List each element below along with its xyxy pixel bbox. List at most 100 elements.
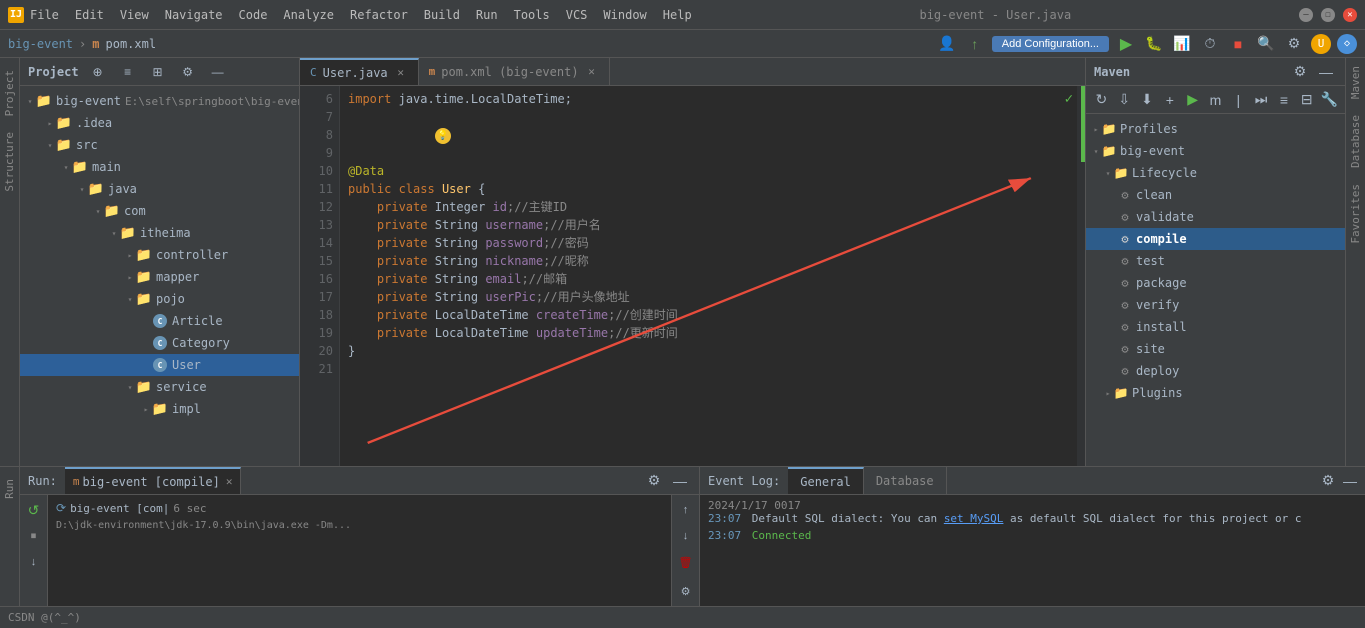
maven-run-btn[interactable]: ▶	[1183, 89, 1202, 111]
maven-download-btn[interactable]: ⬇	[1138, 89, 1157, 111]
maven-wrench-btn[interactable]: 🔧	[1320, 89, 1339, 111]
add-configuration-button[interactable]: Add Configuration...	[992, 36, 1109, 52]
menu-build[interactable]: Build	[424, 8, 460, 22]
debug-toolbar-btn[interactable]: 🐛	[1143, 33, 1165, 55]
tab-user-java[interactable]: C User.java ✕	[300, 58, 419, 85]
settings-btn[interactable]: ⚙	[1283, 33, 1305, 55]
search-btn[interactable]: 🔍	[1255, 33, 1277, 55]
tab-close-pom[interactable]: ✕	[585, 65, 599, 79]
breadcrumb-project[interactable]: big-event	[8, 37, 73, 51]
expand-lifecycle[interactable]: ▾	[1102, 167, 1114, 179]
window-controls[interactable]: — ☐ ✕	[1299, 8, 1357, 22]
maven-big-event-item[interactable]: ▾ 📁 big-event	[1086, 140, 1345, 162]
run-tab-close[interactable]: ✕	[226, 475, 233, 488]
maven-package-item[interactable]: ⚙ package	[1086, 272, 1345, 294]
tree-item-root[interactable]: ▾ 📁 big-event E:\self\springboot\big-eve…	[20, 90, 299, 112]
tab-close-user-java[interactable]: ✕	[394, 66, 408, 80]
minimize-button[interactable]: —	[1299, 8, 1313, 22]
sidebar-locate-btn[interactable]: ⊕	[87, 61, 109, 83]
expand-arrow-src[interactable]: ▾	[44, 139, 56, 151]
tree-item-src[interactable]: ▾ 📁 src	[20, 134, 299, 156]
tree-item-impl[interactable]: ▸ 📁 impl	[20, 398, 299, 420]
tree-item-service[interactable]: ▾ 📁 service	[20, 376, 299, 398]
menu-window[interactable]: Window	[603, 8, 646, 22]
menu-refactor[interactable]: Refactor	[350, 8, 408, 22]
expand-arrow-controller[interactable]: ▸	[124, 249, 136, 261]
expand-arrow-mapper[interactable]: ▸	[124, 271, 136, 283]
menu-tools[interactable]: Tools	[514, 8, 550, 22]
run-scroll-btn[interactable]: ↓	[23, 551, 45, 573]
tab-pom-xml[interactable]: m pom.xml (big-event) ✕	[419, 58, 610, 85]
expand-arrow-service[interactable]: ▾	[124, 381, 136, 393]
tree-item-user[interactable]: ▸ C User	[20, 354, 299, 376]
maven-add-btn[interactable]: +	[1160, 89, 1179, 111]
expand-arrow-impl[interactable]: ▸	[140, 403, 152, 415]
structure-strip-label[interactable]: Structure	[1, 124, 18, 200]
tree-item-itheima[interactable]: ▾ 📁 itheima	[20, 222, 299, 244]
tree-item-controller[interactable]: ▸ 📁 controller	[20, 244, 299, 266]
code-editor[interactable]: 6 7 8 9 10 11 12 13 14 15 16 17 18 19 20…	[300, 86, 1085, 466]
log-link-1[interactable]: set MySQL	[944, 512, 1004, 525]
run-settings-btn[interactable]: ⚙	[643, 470, 665, 492]
database-strip-label[interactable]: Database	[1347, 107, 1364, 176]
maven-strip-label[interactable]: Maven	[1347, 58, 1364, 107]
project-strip-label[interactable]: Project	[1, 62, 18, 124]
tree-item-article[interactable]: ▸ C Article	[20, 310, 299, 332]
menu-code[interactable]: Code	[239, 8, 268, 22]
sidebar-filter-btn[interactable]: ⊞	[147, 61, 169, 83]
maven-verify-item[interactable]: ⚙ verify	[1086, 294, 1345, 316]
maven-profiles-item[interactable]: ▸ 📁 Profiles	[1086, 118, 1345, 140]
menu-view[interactable]: View	[120, 8, 149, 22]
maven-compile-item[interactable]: ⚙ compile	[1086, 228, 1345, 250]
run-trash-btn[interactable]: 🗑	[675, 551, 697, 573]
maven-collapse-btn[interactable]: ⊟	[1297, 89, 1316, 111]
event-log-settings-btn[interactable]: ⚙	[1317, 470, 1339, 492]
profile-btn[interactable]: ⏱	[1199, 33, 1221, 55]
maven-settings-btn[interactable]: ⚙	[1289, 61, 1311, 83]
maven-import-btn[interactable]: ⇩	[1115, 89, 1134, 111]
close-button[interactable]: ✕	[1343, 8, 1357, 22]
expand-arrow-pojo[interactable]: ▾	[124, 293, 136, 305]
maven-lifecycle-btn[interactable]: |	[1229, 89, 1248, 111]
expand-plugins[interactable]: ▸	[1102, 387, 1114, 399]
maven-skip-btn[interactable]: ⏭	[1252, 89, 1271, 111]
user-icon-btn[interactable]: 👤	[936, 33, 958, 55]
run-strip-label[interactable]: Run	[1, 471, 18, 507]
tree-item-pojo[interactable]: ▾ 📁 pojo	[20, 288, 299, 310]
menu-help[interactable]: Help	[663, 8, 692, 22]
run-tab-compile[interactable]: m big-event [compile] ✕	[65, 467, 242, 494]
maven-clean-item[interactable]: ⚙ clean	[1086, 184, 1345, 206]
editor-scrollbar[interactable]	[1077, 86, 1085, 466]
maven-lifecycle-item[interactable]: ▾ 📁 Lifecycle	[1086, 162, 1345, 184]
menu-bar[interactable]: File Edit View Navigate Code Analyze Ref…	[30, 8, 692, 22]
maven-validate-item[interactable]: ⚙ validate	[1086, 206, 1345, 228]
menu-edit[interactable]: Edit	[75, 8, 104, 22]
event-log-tab-database[interactable]: Database	[864, 467, 947, 494]
maven-install-item[interactable]: ⚙ install	[1086, 316, 1345, 338]
menu-run[interactable]: Run	[476, 8, 498, 22]
vcs-icon-btn[interactable]: ↑	[964, 33, 986, 55]
stop-button[interactable]: ■	[1227, 33, 1249, 55]
expand-arrow-main[interactable]: ▾	[60, 161, 72, 173]
coverage-btn[interactable]: 📊	[1171, 33, 1193, 55]
menu-file[interactable]: File	[30, 8, 59, 22]
run-minimize-btn[interactable]: —	[669, 470, 691, 492]
tree-item-com[interactable]: ▾ 📁 com	[20, 200, 299, 222]
maven-tree-btn[interactable]: ≡	[1275, 89, 1294, 111]
maven-minimize-btn[interactable]: —	[1315, 61, 1337, 83]
maven-plugins-item[interactable]: ▸ 📁 Plugins	[1086, 382, 1345, 404]
expand-big-event[interactable]: ▾	[1090, 145, 1102, 157]
breadcrumb-file[interactable]: m	[92, 37, 99, 51]
maximize-button[interactable]: ☐	[1321, 8, 1335, 22]
run-down-btn[interactable]: ↓	[675, 525, 697, 547]
run-up-btn[interactable]: ↑	[675, 499, 697, 521]
code-content[interactable]: import java.time.LocalDateTime; 💡 @Data …	[340, 86, 1077, 466]
run-gear2-btn[interactable]: ⚙	[675, 580, 697, 602]
expand-arrow-itheima[interactable]: ▾	[108, 227, 120, 239]
maven-deploy-item[interactable]: ⚙ deploy	[1086, 360, 1345, 382]
menu-navigate[interactable]: Navigate	[165, 8, 223, 22]
sidebar-collapse-btn[interactable]: ≡	[117, 61, 139, 83]
favorites-strip-label[interactable]: Favorites	[1347, 176, 1364, 252]
tree-item-main[interactable]: ▾ 📁 main	[20, 156, 299, 178]
menu-vcs[interactable]: VCS	[566, 8, 588, 22]
